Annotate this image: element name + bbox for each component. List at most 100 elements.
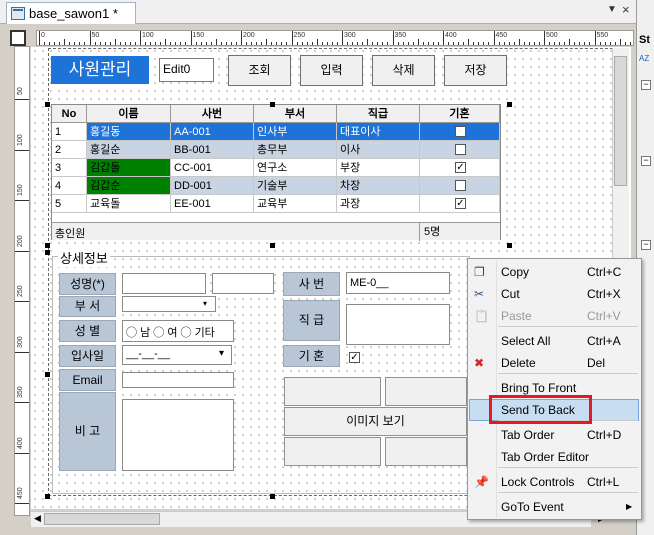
grid-cell-rank[interactable]: 대표이사 — [337, 123, 420, 141]
column-header[interactable]: 직급 — [337, 105, 420, 123]
collapse-icon[interactable]: − — [641, 80, 651, 90]
edit0-field[interactable]: Edit0 — [159, 58, 214, 82]
column-header[interactable]: No — [52, 105, 87, 123]
menu-item-copy[interactable]: ❐ Copy Ctrl+C — [468, 261, 639, 283]
image-panel-button-4[interactable] — [385, 437, 467, 466]
selection-handle[interactable] — [45, 250, 50, 255]
grid-cell-married[interactable]: ✓ — [420, 195, 500, 213]
married-checkbox[interactable] — [455, 144, 466, 155]
grid-cell-id[interactable]: CC-001 — [171, 159, 254, 177]
grid-cell-dept[interactable]: 연구소 — [254, 159, 337, 177]
grid-cell-rank[interactable]: 과장 — [337, 195, 420, 213]
selection-handle[interactable] — [270, 102, 275, 107]
grid-cell-no[interactable]: 5 — [52, 195, 87, 213]
grid-cell-dept[interactable]: 인사부 — [254, 123, 337, 141]
chevron-down-icon[interactable]: ▾ — [203, 299, 207, 308]
grid-cell-no[interactable]: 1 — [52, 123, 87, 141]
selection-handle[interactable] — [45, 243, 50, 248]
menu-item-shortcut: Ctrl+X — [587, 287, 621, 301]
gender-radio-other[interactable]: ◯ 기타 — [181, 327, 215, 339]
grid-cell-name[interactable]: 홍길동 — [87, 123, 171, 141]
grid-cell-id[interactable]: BB-001 — [171, 141, 254, 159]
grid-cell-married[interactable]: ✓ — [420, 123, 500, 141]
menu-item-tab-order[interactable]: Tab Order Ctrl+D — [468, 424, 639, 446]
tab-list-arrow-icon[interactable]: ▼ — [607, 4, 617, 15]
selection-handle[interactable] — [270, 243, 275, 248]
image-panel-button-1[interactable] — [284, 377, 381, 406]
menu-item-tab-order-editor[interactable]: Tab Order Editor — [468, 446, 639, 468]
selection-handle[interactable] — [270, 494, 275, 499]
grid-cell-id[interactable]: EE-001 — [171, 195, 254, 213]
grid-cell-rank[interactable]: 부장 — [337, 159, 420, 177]
selection-handle[interactable] — [45, 102, 50, 107]
column-header[interactable]: 부서 — [254, 105, 337, 123]
memo-field[interactable] — [122, 399, 234, 471]
menu-item-delete[interactable]: ✖ Delete Del — [468, 352, 639, 374]
menu-item-select-all[interactable]: Select All Ctrl+A — [468, 330, 639, 352]
married-checkbox[interactable] — [455, 180, 466, 191]
name-extra-field[interactable] — [212, 273, 274, 294]
grid-cell-dept[interactable]: 기술부 — [254, 177, 337, 195]
column-header[interactable]: 이름 — [87, 105, 171, 123]
horizontal-scroll-thumb[interactable] — [44, 513, 160, 525]
id-field[interactable]: ME-0__ — [346, 272, 450, 294]
grid-cell-dept[interactable]: 총무부 — [254, 141, 337, 159]
input-button[interactable]: 입력 — [300, 55, 363, 86]
grid-cell-married[interactable]: ✓ — [420, 159, 500, 177]
grid-cell-rank[interactable]: 차장 — [337, 177, 420, 195]
selection-handle[interactable] — [45, 372, 50, 377]
grid-cell-dept[interactable]: 교육부 — [254, 195, 337, 213]
grid-cell-no[interactable]: 3 — [52, 159, 87, 177]
selection-handle[interactable] — [507, 102, 512, 107]
menu-item-lock-controls[interactable]: 📌 Lock Controls Ctrl+L — [468, 471, 639, 493]
married-checkbox[interactable]: ✓ — [455, 162, 466, 173]
grid-cell-name[interactable]: 김갑돌 — [87, 159, 171, 177]
menu-item-goto-event[interactable]: GoTo Event ▶ — [468, 496, 639, 518]
grid-cell-name[interactable]: 교육돌 — [87, 195, 171, 213]
sort-az-icon[interactable]: AZ — [639, 54, 649, 63]
menu-item-cut[interactable]: ✂ Cut Ctrl+X — [468, 283, 639, 305]
document-tab[interactable]: base_sawon1 * — [6, 2, 136, 24]
grid-cell-rank[interactable]: 이사 — [337, 141, 420, 159]
scroll-left-icon[interactable]: ◀ — [34, 513, 41, 524]
gender-radio-group[interactable]: ◯ 남 ◯ 여 ◯ 기타 — [122, 320, 234, 342]
vertical-scroll-thumb[interactable] — [614, 56, 627, 186]
image-panel-button-2[interactable] — [385, 377, 467, 406]
email-field[interactable] — [122, 372, 234, 388]
married-checkbox[interactable]: ✓ — [349, 352, 360, 363]
gender-radio-female[interactable]: ◯ 여 — [153, 327, 177, 339]
page-title[interactable]: 사원관리 — [51, 56, 149, 84]
married-checkbox[interactable]: ✓ — [455, 198, 466, 209]
selection-handle[interactable] — [507, 243, 512, 248]
delete-button[interactable]: 삭제 — [372, 55, 435, 86]
chevron-down-icon[interactable]: ▾ — [219, 348, 224, 359]
menu-item-paste[interactable]: 📋 Paste Ctrl+V — [468, 305, 639, 327]
grid-cell-id[interactable]: AA-001 — [171, 123, 254, 141]
ruler-label: 350 — [394, 32, 407, 39]
image-view-button[interactable]: 이미지 보기 — [284, 407, 467, 436]
name-field[interactable] — [122, 273, 206, 294]
ruler-minor-tick — [185, 42, 187, 45]
search-button[interactable]: 조회 — [228, 55, 291, 86]
grid-cell-id[interactable]: DD-001 — [171, 177, 254, 195]
married-checkbox[interactable]: ✓ — [455, 126, 466, 137]
selection-handle[interactable] — [45, 494, 50, 499]
gender-radio-male[interactable]: ◯ 남 — [126, 327, 150, 339]
grid-cell-married[interactable] — [420, 177, 500, 195]
grid-cell-name[interactable]: 김갑순 — [87, 177, 171, 195]
tab-close-icon[interactable]: × — [622, 2, 630, 17]
column-header[interactable]: 기혼 — [420, 105, 500, 123]
ruler-minor-tick — [94, 42, 96, 45]
save-button[interactable]: 저장 — [444, 55, 507, 86]
grid-cell-name[interactable]: 홍길순 — [87, 141, 171, 159]
dept-select[interactable] — [122, 296, 216, 312]
grid-cell-no[interactable]: 2 — [52, 141, 87, 159]
collapse-icon[interactable]: − — [641, 156, 651, 166]
join-date-field[interactable]: __-__-__ — [122, 345, 232, 365]
rank-field[interactable] — [346, 304, 450, 345]
grid-cell-married[interactable] — [420, 141, 500, 159]
column-header[interactable]: 사번 — [171, 105, 254, 123]
grid-cell-no[interactable]: 4 — [52, 177, 87, 195]
image-panel-button-3[interactable] — [284, 437, 381, 466]
collapse-icon[interactable]: − — [641, 240, 651, 250]
